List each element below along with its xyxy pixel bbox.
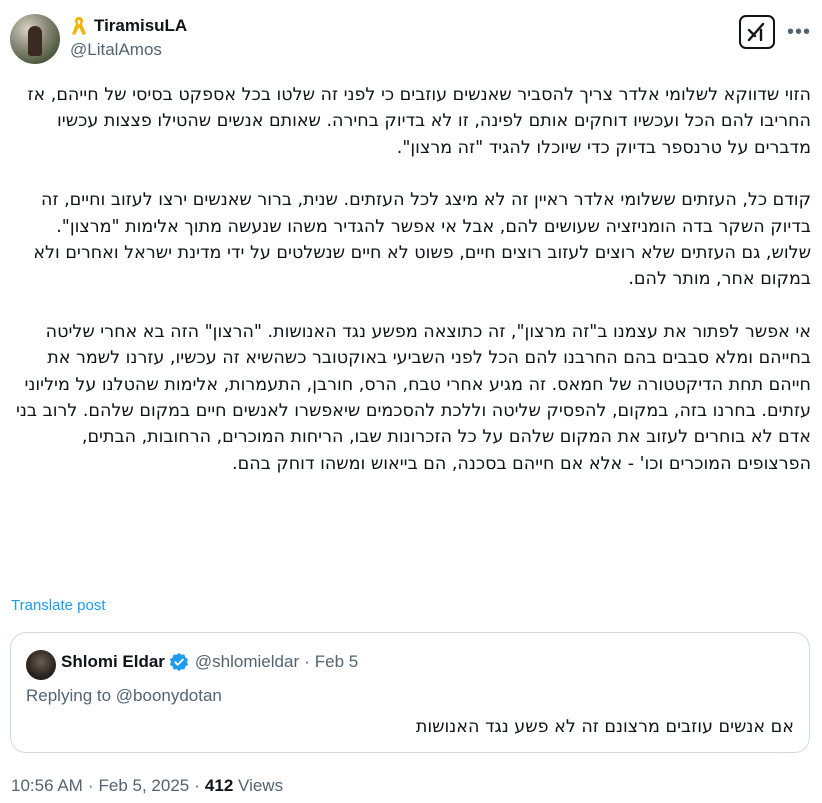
post-paragraph: אי אפשר לפתור את עצמנו ב"זה מרצון", זה כ… <box>15 321 811 474</box>
quoted-author-avatar[interactable] <box>26 650 56 680</box>
verified-badge-icon <box>169 652 188 672</box>
more-icon: ••• <box>787 20 812 43</box>
quoted-post[interactable]: Shlomi Eldar @shlomieldar · Feb 5 Replyi… <box>10 632 810 753</box>
quoted-post-header: Shlomi Eldar @shlomieldar · Feb 5 <box>61 652 358 672</box>
post-meta: 10:56 AM · Feb 5, 2025 · 412 Views <box>11 776 283 796</box>
post-paragraph: קודם כל, העזתים ששלומי אלדר ראיין זה לא … <box>33 190 811 290</box>
author-avatar[interactable] <box>10 14 60 64</box>
quoted-author-handle[interactable]: @shlomieldar <box>195 652 299 672</box>
translate-post-link[interactable]: Translate post <box>11 597 106 614</box>
post-text: הזוי שדווקא לשלומי אלדר צריך להסביר שאנש… <box>12 82 811 477</box>
meta-separator: · <box>87 776 94 795</box>
quoted-post-text: אם אנשים עוזבים מרצונם זה לא פשע נגד האנ… <box>415 717 794 737</box>
grok-button[interactable] <box>739 15 775 49</box>
author-display-name[interactable]: TiramisuLA <box>94 16 187 36</box>
author-handle[interactable]: @LitalAmos <box>70 40 187 60</box>
yellow-ribbon-icon <box>72 17 86 35</box>
views-count: 412 <box>204 776 234 795</box>
more-button[interactable]: ••• <box>787 20 811 44</box>
quoted-author-name[interactable]: Shlomi Eldar <box>61 652 165 672</box>
views-label: Views <box>238 776 284 795</box>
post-paragraph: הזוי שדווקא לשלומי אלדר צריך להסביר שאנש… <box>27 85 811 158</box>
post-time[interactable]: 10:56 AM <box>11 776 83 795</box>
replying-to-text: Replying to @boonydotan <box>26 686 222 705</box>
meta-separator: · <box>194 776 200 795</box>
quoted-separator: · <box>304 652 310 671</box>
post-date[interactable]: Feb 5, 2025 <box>99 776 190 795</box>
avatar-figure <box>28 26 42 56</box>
author-block: TiramisuLA @LitalAmos <box>70 15 187 60</box>
grok-icon <box>747 22 765 42</box>
quoted-post-date[interactable]: Feb 5 <box>315 652 358 672</box>
